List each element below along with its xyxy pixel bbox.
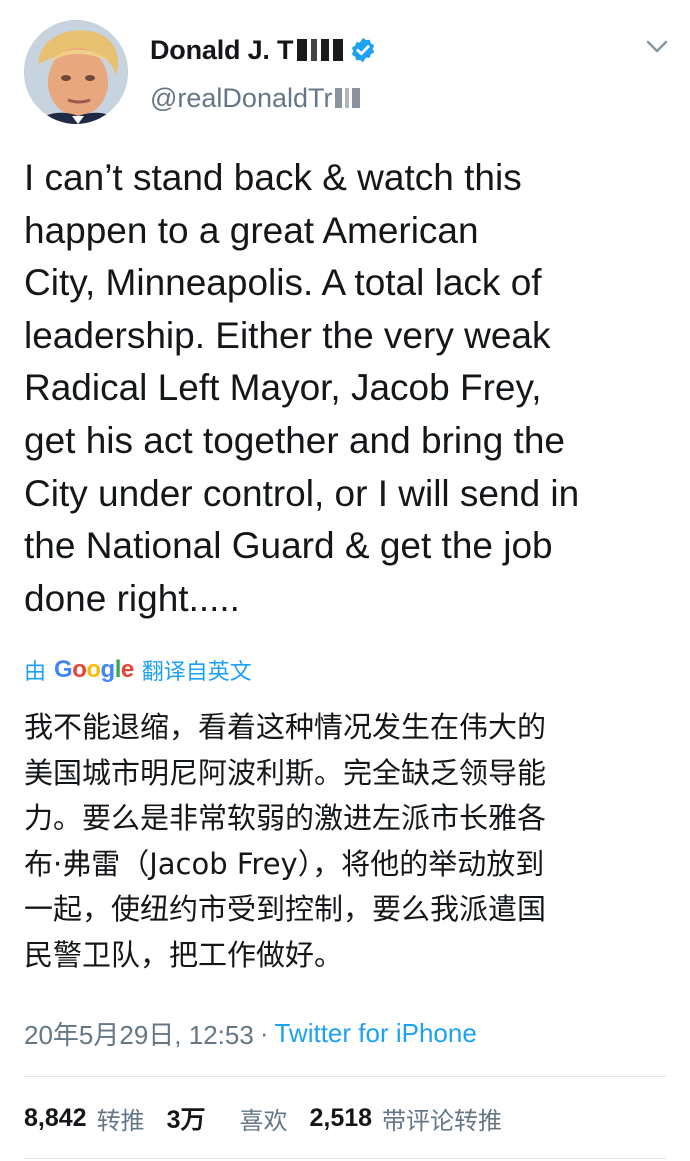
like-label[interactable]: 喜欢 (239, 1101, 287, 1136)
source-link[interactable]: Twitter for iPhone (274, 1018, 476, 1049)
like-count[interactable]: 3万 (167, 1100, 206, 1136)
author-handle[interactable]: @realDonaldTr (150, 83, 332, 114)
quote-label[interactable]: 带评论转推 (382, 1101, 502, 1136)
redaction-block (335, 88, 343, 108)
timestamp[interactable]: 20年5月29日, 12:53 (24, 1015, 254, 1052)
tweet-card: Donald J. T @realDonaldTr I can’t stand … (0, 0, 690, 1161)
avatar-image (24, 20, 128, 124)
google-letter: e (120, 656, 134, 683)
google-letter: G (54, 656, 73, 683)
google-letter: o (72, 656, 87, 683)
engagement-stats: 8,842 转推 3万 喜欢 2,518 带评论转推 (24, 1097, 524, 1139)
translate-attribution[interactable]: 由 Google 翻译自英文 (24, 652, 252, 688)
divider (24, 1158, 666, 1159)
chevron-down-icon[interactable] (645, 38, 669, 56)
meta-separator: · (259, 1017, 269, 1048)
redaction-block (321, 39, 330, 61)
avatar[interactable] (24, 20, 128, 124)
verified-badge-icon (352, 37, 375, 63)
redaction-block (297, 39, 308, 61)
google-letter: g (100, 656, 116, 683)
google-letter: o (86, 656, 101, 683)
author-display-name[interactable]: Donald J. T (150, 35, 294, 66)
tweet-text: I can’t stand back & watch this happen t… (24, 157, 580, 619)
retweet-label[interactable]: 转推 (97, 1101, 145, 1136)
redaction-block (333, 39, 344, 61)
author-handle-row: @realDonaldTr (150, 80, 361, 116)
redaction-block (352, 88, 361, 108)
redaction-block (311, 39, 318, 61)
retweet-count[interactable]: 8,842 (24, 1104, 87, 1133)
author-name-row: Donald J. T (150, 30, 377, 70)
translate-prefix: 由 (24, 659, 47, 684)
redaction-block (345, 88, 350, 108)
google-logo: Google (54, 656, 134, 684)
translate-suffix: 翻译自英文 (141, 659, 252, 684)
divider (24, 1076, 666, 1077)
quote-count[interactable]: 2,518 (309, 1104, 372, 1133)
translated-text: 我不能退缩，看着这种情况发生在伟大的 美国城市明尼阿波利斯。完全缺乏领导能 力。… (24, 710, 547, 972)
tweet-meta: 20年5月29日, 12:53 · Twitter for iPhone (24, 1013, 477, 1053)
